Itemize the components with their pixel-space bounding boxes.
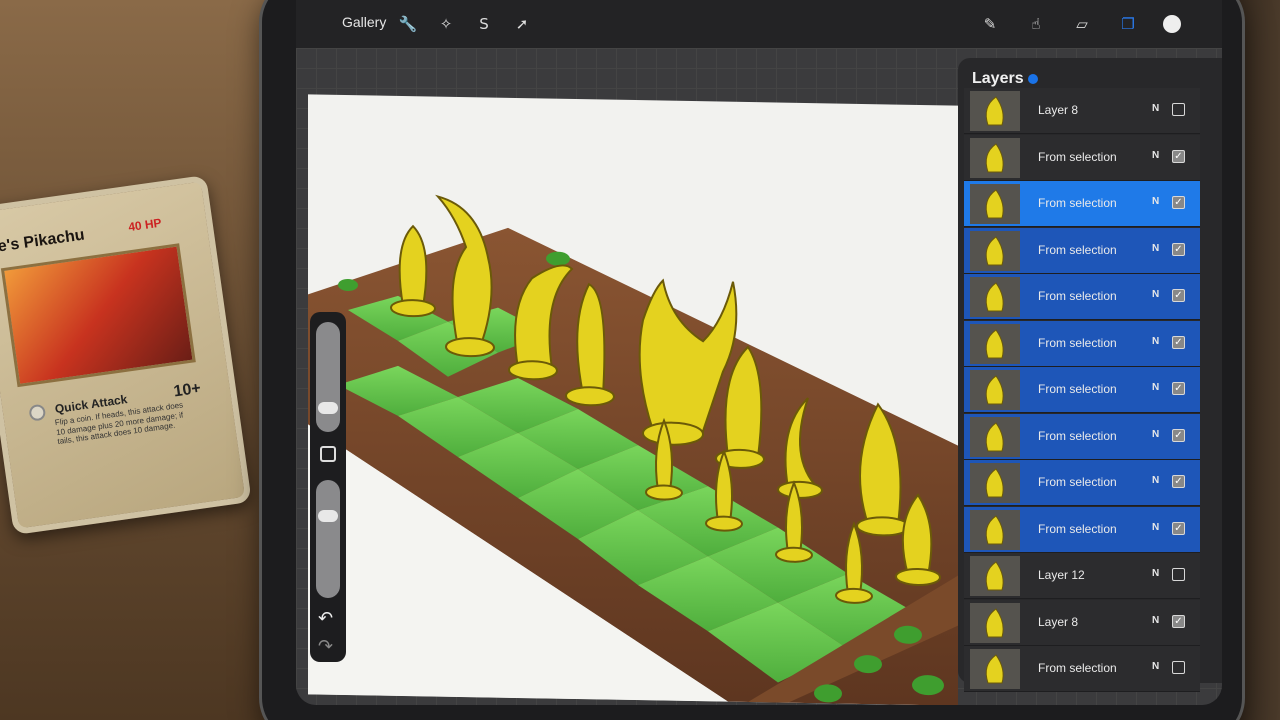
layer-visibility-checkbox[interactable] — [1172, 103, 1185, 116]
layer-row[interactable]: From selection N ✓ — [964, 413, 1200, 460]
layer-thumbnail — [970, 323, 1020, 364]
photo-background: e's Pikachu 40 HP Quick Attack 10+ Flip … — [0, 0, 1280, 720]
top-toolbar: Gallery 🔧 ✧ S ➚ ✎ ☝ ▱ ❐ — [296, 0, 1222, 48]
layer-visibility-checkbox[interactable]: ✓ — [1172, 289, 1185, 302]
layer-name: Layer 8 — [1038, 103, 1079, 117]
layer-row[interactable]: From selection N ✓ — [964, 460, 1200, 506]
left-sidebar: ↶ ↷ — [310, 312, 346, 662]
card-attack-damage: 10+ — [172, 379, 202, 401]
layer-name: From selection — [1038, 428, 1117, 443]
layer-visibility-checkbox[interactable]: ✓ — [1172, 335, 1185, 349]
layer-blend-mode[interactable]: N — [1152, 289, 1159, 300]
procreate-screen: Gallery 🔧 ✧ S ➚ ✎ ☝ ▱ ❐ ↶ ↷ Layers Layer… — [296, 0, 1222, 705]
layer-blend-mode[interactable]: N — [1152, 429, 1159, 440]
energy-icon — [28, 403, 47, 422]
layer-thumbnail — [970, 649, 1020, 689]
layer-blend-mode[interactable]: N — [1152, 150, 1159, 161]
layers-indicator-dot — [1028, 74, 1038, 84]
layer-visibility-checkbox[interactable]: ✓ — [1172, 149, 1185, 163]
layer-thumbnail — [970, 416, 1020, 457]
layer-name: From selection — [1038, 242, 1117, 257]
layer-row[interactable]: From selection N ✓ — [964, 367, 1200, 413]
card-hp: 40 HP — [127, 215, 163, 235]
layer-blend-mode[interactable]: N — [1152, 103, 1159, 114]
chessboard-illustration — [308, 194, 958, 705]
layer-blend-mode[interactable]: N — [1152, 475, 1159, 486]
layer-thumbnail — [970, 277, 1020, 317]
layer-row[interactable]: Layer 8 N — [964, 88, 1200, 134]
magic-wand-icon[interactable]: ✧ — [436, 14, 456, 34]
layer-thumbnail — [970, 230, 1020, 271]
brush-icon[interactable]: ✎ — [980, 14, 1000, 34]
layer-visibility-checkbox[interactable]: ✓ — [1172, 196, 1185, 209]
layer-blend-mode[interactable]: N — [1152, 243, 1159, 254]
opacity-slider[interactable] — [316, 480, 340, 598]
layer-blend-mode[interactable]: N — [1152, 522, 1159, 533]
layer-thumbnail — [970, 184, 1020, 224]
card-title: e's Pikachu — [0, 226, 86, 256]
layer-row[interactable]: From selection N ✓ — [964, 227, 1200, 274]
layer-name: From selection — [1038, 289, 1117, 303]
eraser-icon[interactable]: ▱ — [1072, 14, 1092, 34]
redo-icon[interactable]: ↷ — [318, 636, 333, 657]
layer-name: From selection — [1038, 475, 1117, 489]
layer-blend-mode[interactable]: N — [1152, 661, 1159, 672]
smudge-icon[interactable]: ☝ — [1026, 14, 1046, 34]
layer-thumbnail — [970, 556, 1020, 596]
layers-icon[interactable]: ❐ — [1118, 14, 1138, 34]
brush-size-knob[interactable] — [318, 402, 338, 414]
layer-thumbnail — [970, 602, 1020, 643]
layer-row[interactable]: From selection N ✓ — [964, 181, 1200, 227]
layer-row[interactable]: From selection N ✓ — [964, 134, 1200, 181]
artboard[interactable] — [308, 94, 958, 705]
layer-row[interactable]: From selection N — [964, 646, 1200, 692]
layer-row[interactable]: From selection N ✓ — [964, 274, 1200, 320]
layer-row[interactable]: From selection N ✓ — [964, 506, 1200, 553]
layer-name: From selection — [1038, 661, 1117, 675]
layer-visibility-checkbox[interactable]: ✓ — [1172, 382, 1185, 395]
layers-title: Layers — [972, 70, 1024, 87]
layer-visibility-checkbox[interactable]: ✓ — [1172, 428, 1185, 442]
layers-panel: Layers Layer 8 N From selection N ✓ From sele… — [958, 58, 1222, 692]
layer-blend-mode[interactable]: N — [1152, 568, 1159, 579]
layer-thumbnail — [970, 463, 1020, 503]
layer-name: From selection — [1038, 382, 1117, 396]
modify-button[interactable] — [320, 446, 336, 462]
layer-thumbnail — [970, 370, 1020, 410]
gallery-button[interactable]: Gallery — [342, 14, 386, 30]
layer-blend-mode[interactable]: N — [1152, 196, 1159, 207]
layer-blend-mode[interactable]: N — [1152, 336, 1159, 347]
layer-visibility-checkbox[interactable]: ✓ — [1172, 521, 1185, 535]
selection-s-icon[interactable]: S — [474, 14, 494, 34]
layer-name: Layer 12 — [1038, 568, 1085, 582]
layer-row[interactable]: Layer 8 N ✓ — [964, 599, 1200, 646]
layer-name: From selection — [1038, 196, 1117, 210]
undo-icon[interactable]: ↶ — [318, 608, 333, 629]
layer-blend-mode[interactable]: N — [1152, 615, 1159, 626]
layer-thumbnail — [970, 137, 1020, 178]
layer-visibility-checkbox[interactable]: ✓ — [1172, 242, 1185, 256]
layer-visibility-checkbox[interactable] — [1172, 568, 1185, 581]
layer-name: From selection — [1038, 149, 1117, 164]
layer-row[interactable]: Layer 12 N — [964, 553, 1200, 599]
layer-visibility-checkbox[interactable]: ✓ — [1172, 614, 1185, 628]
color-circle-icon[interactable] — [1162, 14, 1182, 34]
brush-size-slider[interactable] — [316, 322, 340, 432]
transform-arrow-icon[interactable]: ➚ — [512, 14, 532, 34]
layer-name: From selection — [1038, 521, 1117, 536]
layer-name: Layer 8 — [1038, 614, 1079, 629]
layer-row[interactable]: From selection N ✓ — [964, 320, 1200, 367]
layer-blend-mode[interactable]: N — [1152, 382, 1159, 393]
layer-thumbnail — [970, 91, 1020, 131]
card-artwork — [0, 243, 196, 388]
opacity-knob[interactable] — [318, 510, 338, 522]
layer-visibility-checkbox[interactable] — [1172, 661, 1185, 674]
layer-thumbnail — [970, 509, 1020, 550]
wrench-icon[interactable]: 🔧 — [398, 14, 418, 34]
layer-name: From selection — [1038, 335, 1117, 350]
layer-visibility-checkbox[interactable]: ✓ — [1172, 475, 1185, 488]
